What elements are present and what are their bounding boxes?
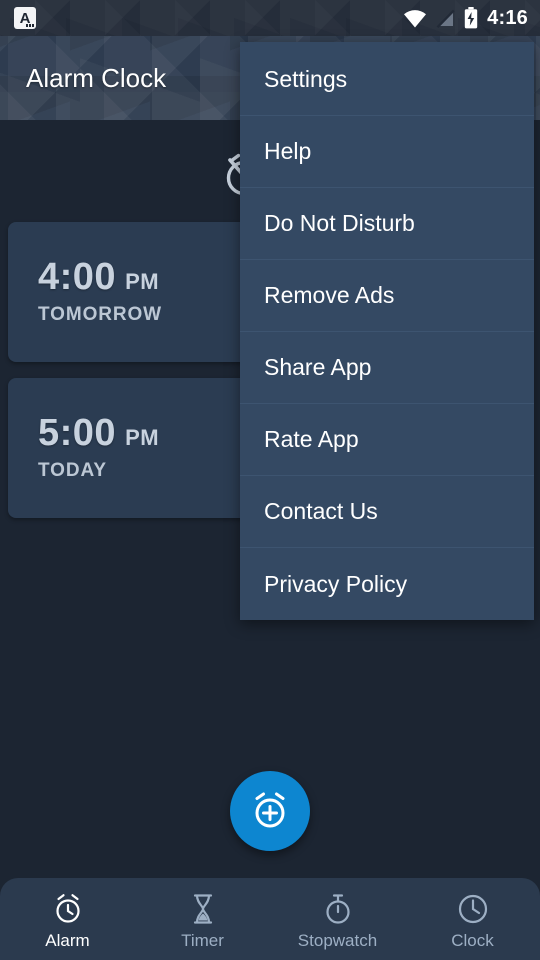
alarm-time-row: 5:00 PM (38, 412, 159, 455)
wifi-icon (404, 9, 427, 28)
app-notification-dots (26, 24, 34, 27)
nav-item-stopwatch[interactable]: Stopwatch (270, 878, 405, 960)
status-bar-notifications: A (14, 7, 36, 29)
menu-item-share-app[interactable]: Share App (240, 332, 534, 404)
menu-item-remove-ads[interactable]: Remove Ads (240, 260, 534, 332)
alarm-time-row: 4:00 PM (38, 256, 159, 299)
battery-charging-icon (464, 7, 478, 29)
status-bar: A 4:16 (0, 0, 540, 36)
alarm-day-label: TODAY (38, 460, 107, 481)
phone-screen: A 4:16 Alarm Clock 4:00 PM TOMORROW 5:00… (0, 0, 540, 960)
menu-item-contact-us[interactable]: Contact Us (240, 476, 534, 548)
menu-item-do-not-disturb[interactable]: Do Not Disturb (240, 188, 534, 260)
nav-label-alarm: Alarm (45, 930, 90, 950)
cellular-signal-off-icon (436, 9, 455, 28)
app-notification-icon: A (14, 7, 36, 29)
menu-item-help[interactable]: Help (240, 116, 534, 188)
alarm-time: 4:00 (38, 256, 117, 298)
add-alarm-fab[interactable] (230, 771, 310, 851)
nav-item-clock[interactable]: Clock (405, 878, 540, 960)
alarm-meridiem: PM (125, 269, 160, 294)
alarm-clock-icon (55, 893, 80, 923)
alarm-meridiem: PM (125, 425, 160, 450)
clock-icon (458, 894, 487, 923)
hourglass-icon (193, 893, 212, 924)
status-bar-time: 4:16 (487, 6, 528, 29)
nav-label-timer: Timer (181, 930, 224, 950)
nav-item-timer[interactable]: Timer (135, 878, 270, 960)
stopwatch-icon (325, 893, 350, 924)
bottom-navigation: Alarm Timer Stopwatch Clock (0, 878, 540, 960)
menu-item-settings[interactable]: Settings (240, 44, 534, 116)
menu-item-rate-app[interactable]: Rate App (240, 404, 534, 476)
page-title: Alarm Clock (26, 62, 167, 93)
alarm-time: 5:00 (38, 412, 117, 454)
add-alarm-icon (255, 792, 285, 828)
overflow-menu: Settings Help Do Not Disturb Remove Ads … (240, 42, 534, 620)
alarm-day-label: TOMORROW (38, 304, 163, 325)
nav-item-alarm[interactable]: Alarm (0, 878, 135, 960)
status-bar-indicators: 4:16 (403, 0, 528, 36)
nav-label-stopwatch: Stopwatch (297, 930, 378, 950)
menu-item-privacy-policy[interactable]: Privacy Policy (240, 548, 534, 620)
nav-label-clock: Clock (451, 930, 494, 950)
